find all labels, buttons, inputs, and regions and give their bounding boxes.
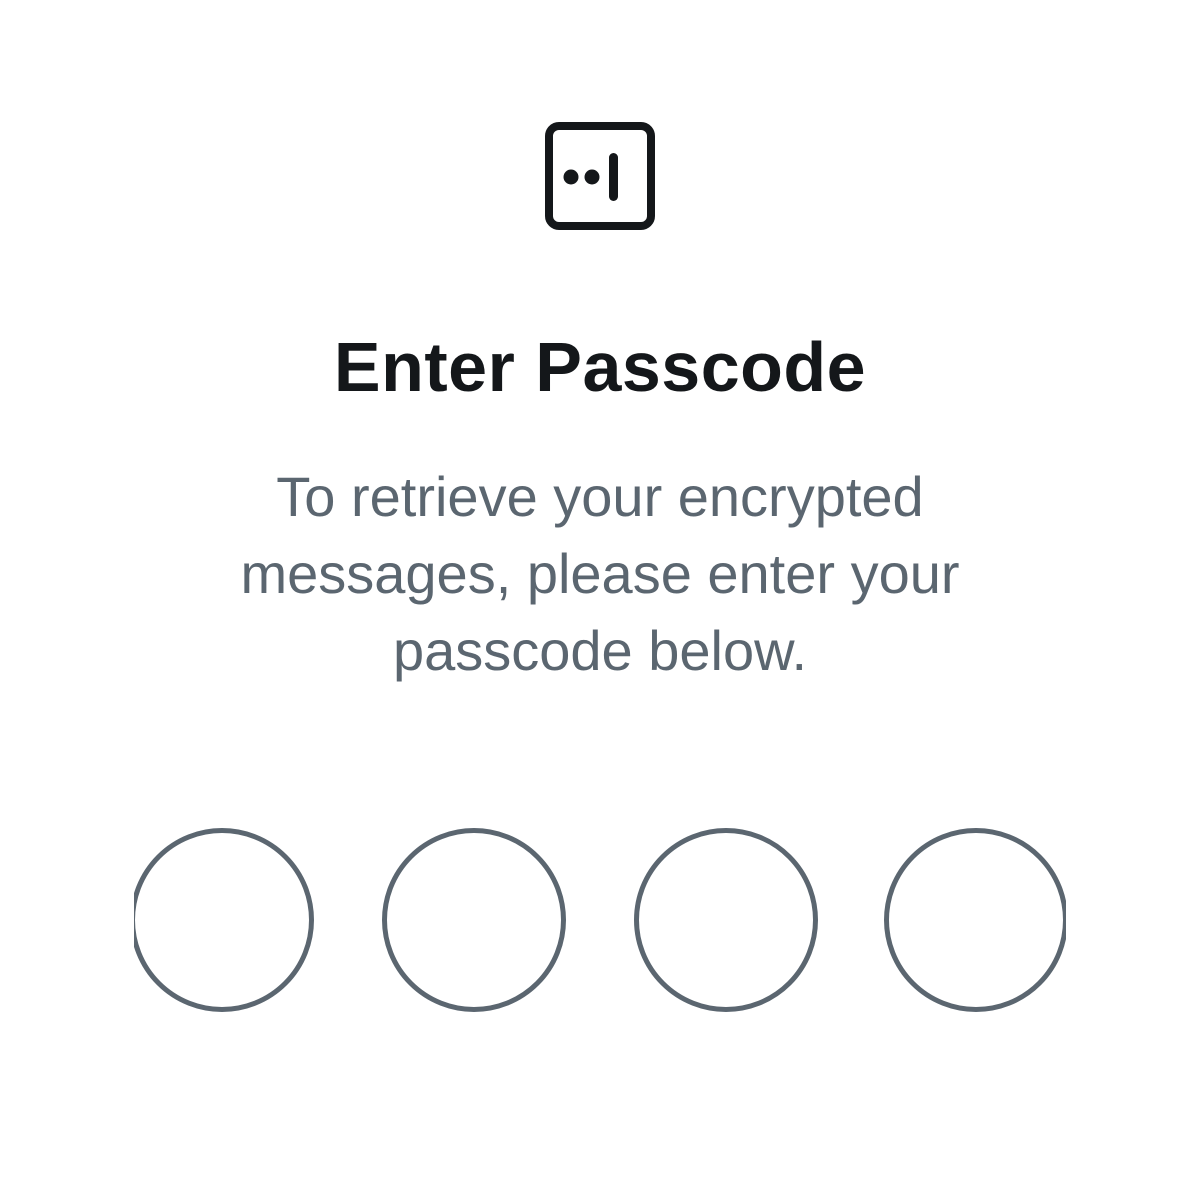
passcode-digit-4[interactable]: [884, 828, 1066, 1012]
instructions-text: To retrieve your encrypted messages, ple…: [170, 458, 1030, 689]
instructions-line: passcode below.: [392, 619, 808, 682]
passcode-input[interactable]: [134, 828, 1066, 1012]
page-title: Enter Passcode: [333, 328, 867, 406]
instructions-line: messages, please enter your: [240, 542, 960, 605]
instructions-line: To retrieve your encrypted: [276, 465, 924, 528]
encrypted-messages-icon: [545, 122, 655, 230]
passcode-digit-3[interactable]: [634, 828, 818, 1012]
passcode-digit-1[interactable]: [134, 828, 314, 1012]
passcode-digit-2[interactable]: [382, 828, 566, 1012]
